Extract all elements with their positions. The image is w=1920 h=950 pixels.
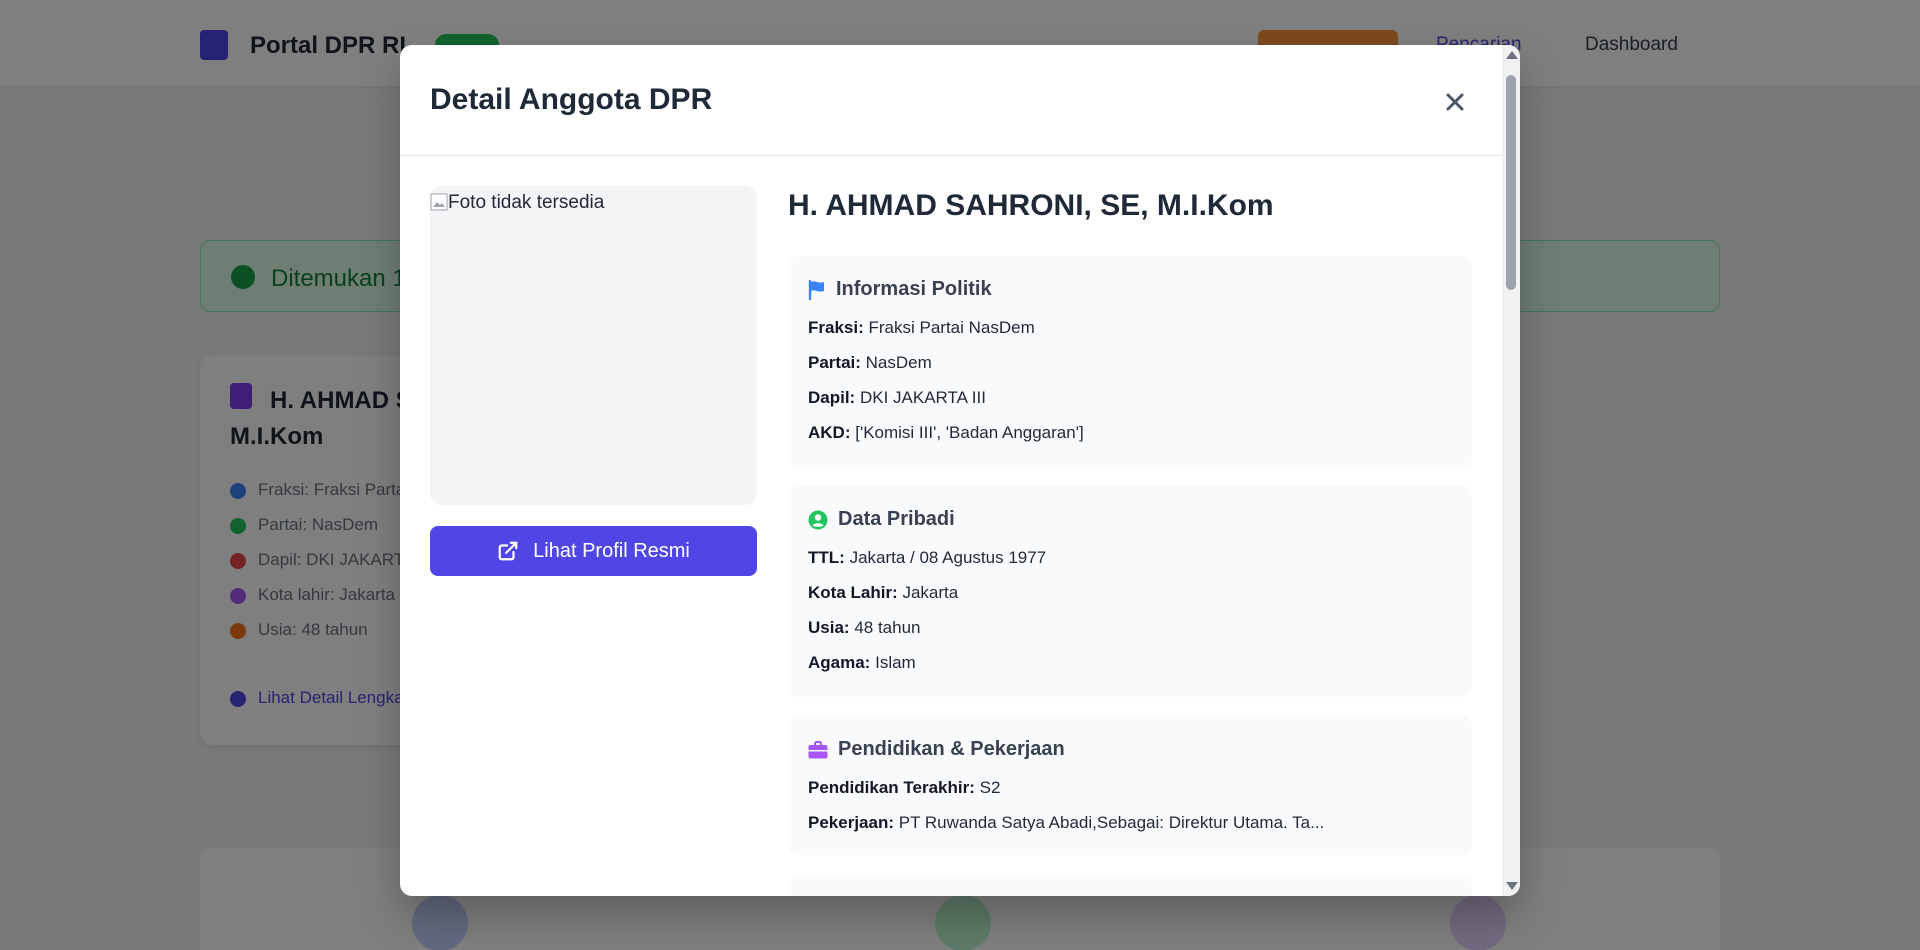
section-data-pribadi: Data Pribadi TTL: Jakarta / 08 Agustus 1… <box>788 486 1472 697</box>
row-fraksi: Fraksi: Fraksi Partai NasDem <box>808 318 1035 337</box>
briefcase-icon <box>808 740 828 758</box>
row-dapil: Dapil: DKI JAKARTA III <box>808 388 986 407</box>
scroll-down-arrow-icon[interactable] <box>1506 882 1518 890</box>
user-circle-icon <box>808 510 828 529</box>
row-usia: Usia: 48 tahun <box>808 618 921 637</box>
official-profile-label: Lihat Profil Resmi <box>533 539 690 562</box>
section-pendidikan-pekerjaan: Pendidikan & Pekerjaan Pendidikan Terakh… <box>788 716 1472 855</box>
photo-alt-text: Foto tidak tersedia <box>430 192 604 214</box>
row-kota-lahir: Kota Lahir: Jakarta <box>808 583 959 602</box>
section-title-politik: Informasi Politik <box>808 278 992 301</box>
section-informasi-politik: Informasi Politik Fraksi: Fraksi Partai … <box>788 256 1472 467</box>
modal-header: Detail Anggota DPR <box>400 45 1502 156</box>
row-pekerjaan: Pekerjaan: PT Ruwanda Satya Abadi,Sebaga… <box>808 813 1325 832</box>
row-ttl: TTL: Jakarta / 08 Agustus 1977 <box>808 548 1047 567</box>
close-icon <box>1446 93 1464 111</box>
modal-title: Detail Anggota DPR <box>430 83 713 116</box>
external-link-icon <box>498 541 518 561</box>
row-akd: AKD: ['Komisi III', 'Badan Anggaran'] <box>808 423 1084 442</box>
member-detail-modal: Detail Anggota DPR Foto tidak tersedia L… <box>400 45 1520 896</box>
flag-icon <box>808 279 824 300</box>
section-title-pekerjaan: Pendidikan & Pekerjaan <box>808 738 1065 761</box>
official-profile-button[interactable]: Lihat Profil Resmi <box>430 526 757 576</box>
member-photo: Foto tidak tersedia <box>430 186 757 505</box>
member-name: H. AHMAD SAHRONI, SE, M.I.Kom <box>788 189 1274 222</box>
scroll-up-arrow-icon[interactable] <box>1506 51 1518 59</box>
broken-image-icon <box>430 193 448 211</box>
row-partai: Partai: NasDem <box>808 353 932 372</box>
row-agama: Agama: Islam <box>808 653 916 672</box>
row-pendidikan: Pendidikan Terakhir: S2 <box>808 778 1001 797</box>
section-title-pribadi: Data Pribadi <box>808 508 955 531</box>
close-button[interactable] <box>1440 87 1470 117</box>
scroll-thumb[interactable] <box>1506 75 1516 290</box>
section-next <box>788 877 1472 896</box>
modal-scrollbar[interactable] <box>1502 45 1520 896</box>
